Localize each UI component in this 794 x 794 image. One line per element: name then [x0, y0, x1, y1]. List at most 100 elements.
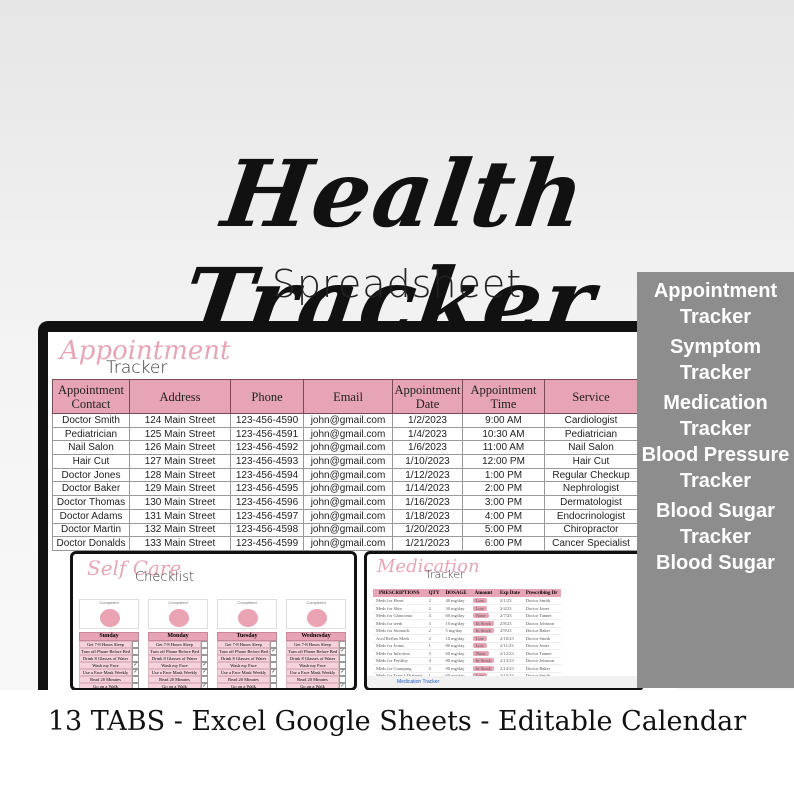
checkbox[interactable] — [201, 641, 208, 648]
table-cell[interactable]: 1/21/2023 — [392, 536, 463, 551]
table-cell[interactable]: 128 Main Street — [129, 467, 231, 483]
table-cell[interactable]: john@gmail.com — [303, 454, 393, 469]
table-cell[interactable]: john@gmail.com — [303, 413, 393, 428]
table-cell[interactable]: Low — [469, 597, 497, 605]
table-cell[interactable]: 1/20/2023 — [392, 522, 463, 538]
table-cell[interactable]: 11:00 AM — [462, 440, 545, 456]
table-cell[interactable]: 123-456-4595 — [230, 481, 304, 497]
table-cell[interactable]: Pediatrician — [544, 426, 638, 442]
checkbox[interactable]: ✓ — [201, 669, 208, 676]
table-cell[interactable]: Endocrinologist — [544, 508, 638, 524]
checkbox[interactable] — [270, 655, 277, 662]
checkbox[interactable]: ✓ — [339, 648, 346, 655]
table-cell[interactable]: 123-456-4592 — [230, 440, 304, 456]
table-cell[interactable]: 1/14/2023 — [392, 481, 463, 497]
table-cell[interactable]: john@gmail.com — [303, 495, 393, 510]
table-cell[interactable]: 2:00 PM — [462, 481, 545, 497]
checkbox[interactable]: ✓ — [270, 669, 277, 676]
checkbox[interactable] — [339, 655, 346, 662]
table-cell[interactable]: 130 Main Street — [129, 495, 231, 510]
table-cell[interactable]: Doctor Adams — [52, 508, 130, 524]
table-cell[interactable]: 10:30 AM — [462, 426, 545, 442]
checkbox[interactable] — [132, 655, 139, 662]
checkbox[interactable] — [201, 655, 208, 662]
table-cell[interactable]: Nephrologist — [544, 481, 638, 497]
table-cell[interactable]: 6:00 PM — [462, 536, 545, 551]
table-cell[interactable]: Hair Cut — [544, 454, 638, 469]
table-cell[interactable]: john@gmail.com — [303, 508, 393, 524]
table-cell[interactable]: None — [469, 612, 497, 620]
table-cell[interactable]: 1/4/2023 — [392, 426, 463, 442]
table-cell[interactable]: john@gmail.com — [303, 481, 393, 497]
table-cell[interactable]: Cardiologist — [544, 413, 638, 428]
table-cell[interactable]: 3:00 PM — [462, 495, 545, 510]
table-cell[interactable]: Nail Salon — [544, 440, 638, 456]
checkbox[interactable]: ✓ — [339, 683, 346, 688]
table-cell[interactable]: 123-456-4591 — [230, 426, 304, 442]
table-cell[interactable]: 4:00 PM — [462, 508, 545, 524]
table-cell[interactable]: john@gmail.com — [303, 440, 393, 456]
checkbox[interactable] — [132, 683, 139, 688]
table-cell[interactable]: Doctor Martin — [52, 522, 130, 538]
table-cell[interactable]: 124 Main Street — [129, 413, 231, 428]
table-cell[interactable]: 1:00 PM — [462, 467, 545, 483]
table-cell[interactable]: In Stock — [469, 664, 497, 673]
checkbox[interactable] — [132, 648, 139, 655]
table-cell[interactable]: Cancer Specialist — [544, 536, 638, 551]
checkbox[interactable]: ✓ — [270, 648, 277, 655]
table-cell[interactable]: 125 Main Street — [129, 426, 231, 442]
table-cell[interactable]: Low — [469, 634, 497, 643]
amount-dropdown[interactable]: In Stock — [472, 658, 494, 664]
checkbox[interactable] — [270, 662, 277, 669]
amount-dropdown[interactable]: Low — [472, 635, 488, 641]
sheet-tab-medication-tracker[interactable]: Medication Tracker — [367, 676, 641, 688]
checkbox[interactable]: ✓ — [132, 669, 139, 676]
table-cell[interactable]: 12:00 PM — [462, 454, 545, 469]
amount-dropdown[interactable]: Low — [472, 605, 488, 611]
amount-dropdown[interactable]: Low — [472, 598, 488, 603]
checkbox[interactable]: ✓ — [201, 662, 208, 669]
table-cell[interactable]: 1/10/2023 — [392, 454, 463, 469]
table-cell[interactable]: In Stock — [469, 619, 497, 628]
table-cell[interactable]: Pediatrician — [52, 426, 130, 442]
table-cell[interactable]: Chiropractor — [544, 522, 638, 538]
checkbox[interactable] — [270, 676, 277, 683]
checkbox[interactable] — [339, 676, 346, 683]
table-cell[interactable]: 1/2/2023 — [392, 413, 463, 428]
table-cell[interactable]: 5:00 PM — [462, 522, 545, 538]
amount-dropdown[interactable]: None — [472, 650, 489, 656]
table-cell[interactable]: 126 Main Street — [129, 440, 231, 456]
table-cell[interactable]: Low — [469, 642, 497, 650]
table-cell[interactable]: Low — [469, 604, 497, 613]
table-cell[interactable]: Doctor Smith — [52, 413, 130, 428]
checkbox[interactable]: ✓ — [201, 683, 208, 688]
table-cell[interactable]: 123-456-4593 — [230, 454, 304, 469]
table-cell[interactable]: 1/16/2023 — [392, 495, 463, 510]
table-cell[interactable]: john@gmail.com — [303, 536, 393, 551]
checkbox[interactable] — [270, 641, 277, 648]
table-cell[interactable]: 129 Main Street — [129, 481, 231, 497]
checkbox[interactable] — [132, 676, 139, 683]
checkbox[interactable] — [132, 641, 139, 648]
amount-dropdown[interactable]: None — [472, 613, 489, 619]
table-cell[interactable]: Doctor Baker — [52, 481, 130, 497]
table-cell[interactable]: In Stock — [469, 657, 497, 665]
amount-dropdown[interactable]: In Stock — [472, 665, 494, 671]
table-cell[interactable]: Doctor Donalds — [52, 536, 130, 551]
amount-dropdown[interactable]: Low — [472, 643, 488, 649]
table-cell[interactable]: Doctor Jones — [52, 467, 130, 483]
table-cell[interactable]: 123-456-4596 — [230, 495, 304, 510]
checkbox[interactable] — [201, 648, 208, 655]
table-cell[interactable]: 131 Main Street — [129, 508, 231, 524]
amount-dropdown[interactable]: In Stock — [472, 628, 494, 634]
table-cell[interactable]: Regular Checkup — [544, 467, 638, 483]
table-cell[interactable]: 123-456-4599 — [230, 536, 304, 551]
table-cell[interactable]: 123-456-4594 — [230, 467, 304, 483]
table-cell[interactable]: None — [469, 649, 497, 658]
amount-dropdown[interactable]: In Stock — [472, 620, 494, 626]
checkbox[interactable] — [339, 662, 346, 669]
table-cell[interactable]: john@gmail.com — [303, 467, 393, 483]
table-cell[interactable]: 1/6/2023 — [392, 440, 463, 456]
table-cell[interactable]: 1/12/2023 — [392, 467, 463, 483]
table-cell[interactable]: 123-456-4597 — [230, 508, 304, 524]
